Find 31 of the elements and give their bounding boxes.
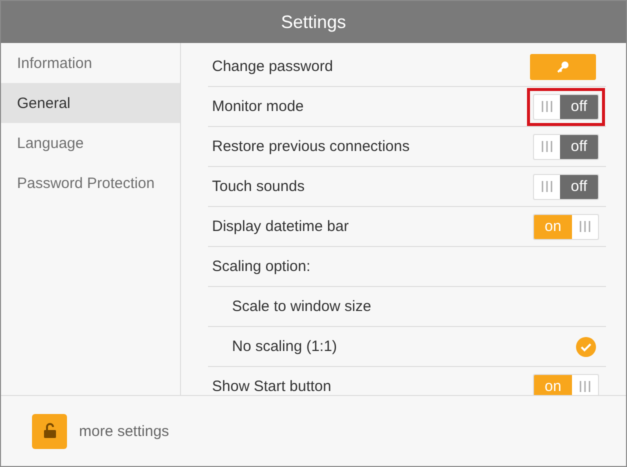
toggle-switch[interactable]: off: [533, 94, 599, 120]
toggle-switch[interactable]: off: [533, 174, 599, 200]
unlocked-padlock-icon: [42, 423, 56, 439]
toggle-state: on: [534, 374, 572, 395]
setting-label: Display datetime bar: [212, 218, 349, 235]
grip-icon: [541, 101, 553, 112]
toggle-state: off: [560, 94, 598, 118]
toggle-switch[interactable]: off: [533, 134, 599, 160]
setting-label: Show Start button: [212, 378, 332, 395]
toggle-state: on: [534, 214, 572, 238]
lock-button[interactable]: [32, 414, 67, 448]
sidebar-item[interactable]: Information: [1, 43, 180, 83]
setting-label: Touch sounds: [212, 178, 305, 195]
grip-icon: [541, 141, 553, 152]
toggle-state: off: [560, 134, 598, 158]
more-settings-link[interactable]: more settings: [79, 422, 170, 440]
grip-icon: [541, 181, 553, 192]
setting-label: Monitor mode: [212, 98, 304, 115]
sidebar-item[interactable]: General: [1, 83, 180, 123]
sidebar-item[interactable]: Language: [1, 123, 180, 163]
setting-label: Scaling option:: [212, 258, 310, 275]
toggle-state: off: [560, 174, 598, 198]
grip-icon: [579, 381, 591, 392]
key-icon: [556, 60, 570, 74]
setting-label: Restore previous connections: [212, 138, 410, 155]
grip-icon: [579, 221, 591, 232]
window-title: Settings: [1, 1, 626, 43]
setting-label: Change password: [212, 58, 333, 75]
setting-label: No scaling (1:1): [231, 338, 338, 355]
setting-label: Scale to window size: [231, 298, 372, 315]
sidebar-item[interactable]: Password Protection: [1, 163, 180, 203]
